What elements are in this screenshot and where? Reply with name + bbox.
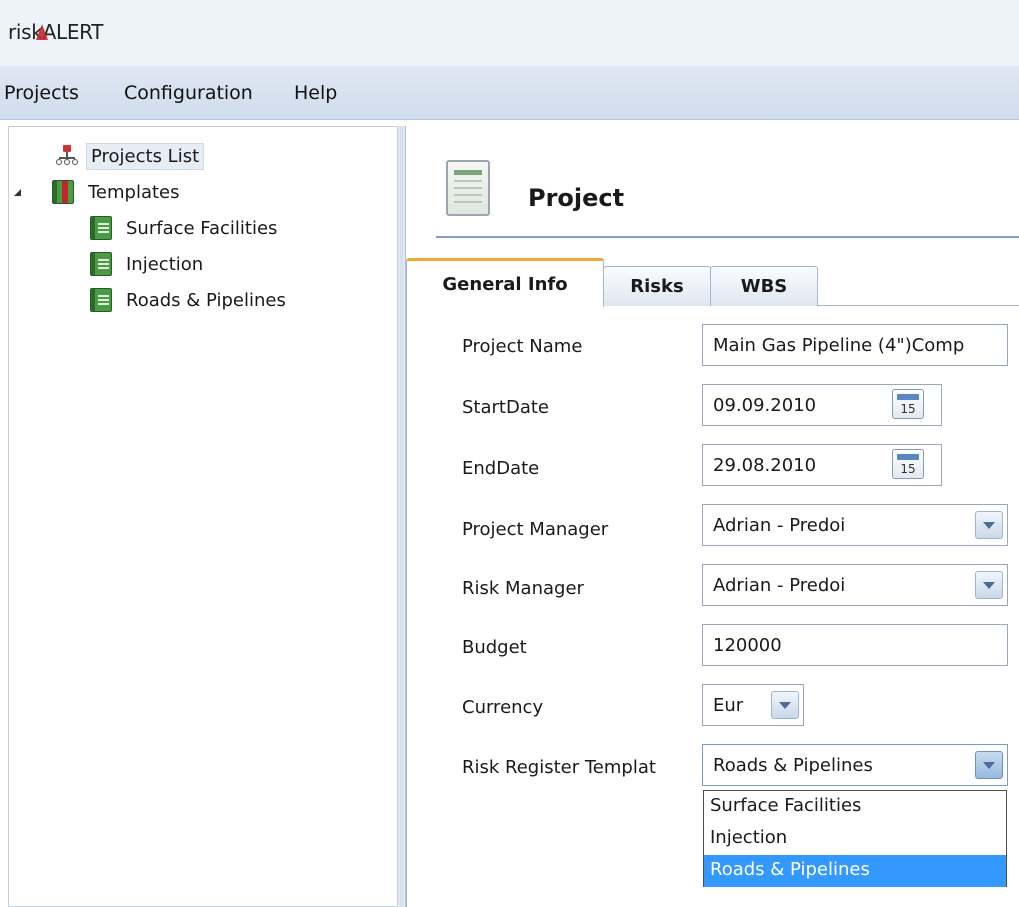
- chevron-down-icon: [983, 521, 995, 529]
- tab-underline: [818, 305, 1019, 306]
- tree-item-surface-facilities[interactable]: Surface Facilities: [90, 212, 281, 244]
- tree-item-roads-pipelines[interactable]: Roads & Pipelines: [90, 284, 290, 316]
- project-manager-label: Project Manager: [462, 519, 609, 540]
- book-icon: [52, 180, 74, 204]
- tree-item-label: Surface Facilities: [126, 217, 278, 239]
- dropdown-button[interactable]: [975, 751, 1003, 779]
- budget-label: Budget: [462, 637, 527, 658]
- dropdown-option-roads-pipelines[interactable]: Roads & Pipelines: [704, 855, 1006, 887]
- calendar-icon[interactable]: 15: [892, 449, 924, 479]
- app-title: riskALERT: [8, 20, 104, 44]
- currency-value: Eur: [713, 695, 744, 716]
- tree-item-templates[interactable]: Templates: [52, 176, 184, 208]
- start-date-label: StartDate: [462, 397, 549, 418]
- project-name-input[interactable]: Main Gas Pipeline (4")Comp: [702, 324, 1008, 366]
- tab-strip: General Info Risks WBS: [406, 258, 1019, 307]
- panel-splitter[interactable]: [398, 126, 406, 907]
- dropdown-button[interactable]: [975, 571, 1003, 599]
- tree-item-injection[interactable]: Injection: [90, 248, 207, 280]
- calendar-icon[interactable]: 15: [892, 389, 924, 419]
- risk-manager-value: Adrian - Predoi: [713, 575, 846, 596]
- tab-general-info[interactable]: General Info: [406, 258, 604, 307]
- book-icon: [90, 288, 112, 312]
- menu-bar: Projects Configuration Help: [0, 66, 1019, 120]
- chevron-down-icon: [983, 581, 995, 589]
- dropdown-button[interactable]: [771, 691, 799, 719]
- page-title: Project: [528, 184, 625, 212]
- risk-manager-select[interactable]: Adrian - Predoi: [702, 564, 1008, 606]
- page-header: Project: [436, 150, 1019, 238]
- chevron-down-icon: [779, 701, 791, 709]
- brand-mark-icon: [36, 24, 48, 40]
- start-date-value: 09.09.2010: [713, 394, 817, 416]
- risk-register-template-select[interactable]: Roads & Pipelines: [702, 744, 1008, 786]
- dropdown-option-injection[interactable]: Injection: [704, 823, 1006, 855]
- currency-select[interactable]: Eur: [702, 684, 804, 726]
- document-icon: [446, 160, 490, 216]
- book-icon: [90, 216, 112, 240]
- risk-register-template-options: Surface Facilities Injection Roads & Pip…: [703, 790, 1007, 887]
- budget-input[interactable]: 120000: [702, 624, 1008, 666]
- tree-item-label: Injection: [126, 253, 204, 275]
- risk-register-template-label: Risk Register Templat: [462, 757, 656, 778]
- book-icon: [90, 252, 112, 276]
- tab-risks[interactable]: Risks: [603, 266, 711, 306]
- hierarchy-icon: [56, 145, 78, 167]
- chevron-down-icon: [983, 761, 995, 769]
- tree-item-projects-list[interactable]: Projects List: [56, 140, 205, 172]
- risk-manager-label: Risk Manager: [462, 578, 584, 599]
- tree-item-label: Projects List: [86, 142, 205, 170]
- menu-configuration[interactable]: Configuration: [124, 82, 253, 104]
- tree-item-label: Roads & Pipelines: [126, 289, 286, 311]
- end-date-label: EndDate: [462, 458, 540, 479]
- menu-help[interactable]: Help: [294, 82, 337, 104]
- project-name-label: Project Name: [462, 336, 583, 357]
- collapse-arrow-icon[interactable]: [14, 189, 21, 196]
- risk-register-template-value: Roads & Pipelines: [713, 755, 873, 776]
- project-manager-select[interactable]: Adrian - Predoi: [702, 504, 1008, 546]
- end-date-value: 29.08.2010: [713, 454, 817, 476]
- app-title-suffix: ALERT: [42, 20, 104, 44]
- dropdown-button[interactable]: [975, 511, 1003, 539]
- title-bar: riskALERT: [0, 0, 1019, 66]
- tab-wbs[interactable]: WBS: [710, 266, 818, 306]
- currency-label: Currency: [462, 697, 544, 718]
- menu-projects[interactable]: Projects: [4, 82, 79, 104]
- tree-item-label: Templates: [88, 181, 180, 203]
- dropdown-option-surface-facilities[interactable]: Surface Facilities: [704, 791, 1006, 823]
- project-manager-value: Adrian - Predoi: [713, 515, 846, 536]
